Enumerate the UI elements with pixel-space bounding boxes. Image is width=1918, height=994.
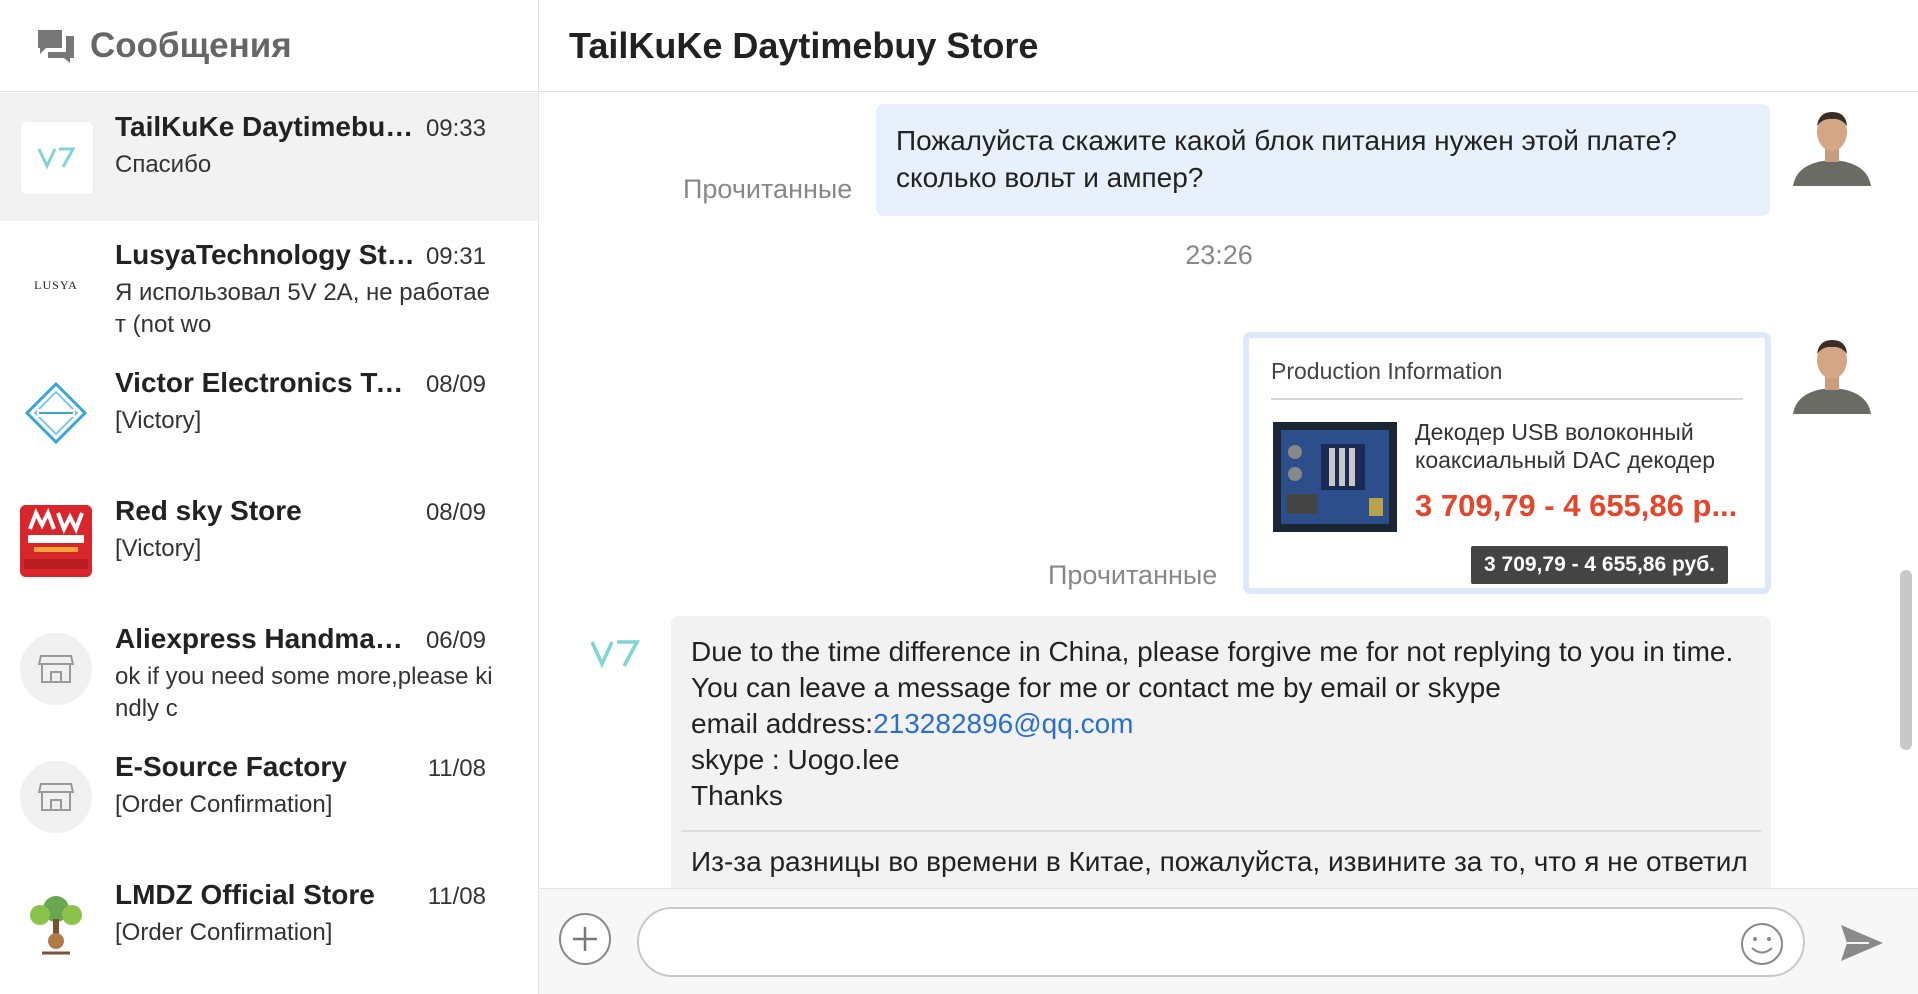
sidebar-header: Сообщения bbox=[0, 0, 538, 92]
vosoron-logo-icon bbox=[24, 381, 88, 445]
conversation-time: 06/09 bbox=[425, 627, 486, 654]
v7-logo-icon bbox=[37, 147, 76, 170]
message-line: Пожалуйста скажите какой блок питания ну… bbox=[896, 125, 1677, 156]
meanwell-logo-icon bbox=[20, 505, 92, 577]
plus-icon bbox=[573, 927, 597, 951]
conversation-time: 11/08 bbox=[427, 755, 486, 782]
store-icon bbox=[38, 655, 74, 683]
message-line: email address:213282896@qq.com bbox=[691, 706, 1751, 742]
chat-title: TailKuKe Daytimebuy Store bbox=[569, 24, 1039, 66]
conversation-time: 08/09 bbox=[425, 371, 486, 398]
scrollbar-thumb[interactable] bbox=[1900, 570, 1912, 750]
conversation-name: E-Source Factory bbox=[115, 751, 347, 782]
conversation-item-redsky[interactable]: Red sky Store 08/09 [Victory] bbox=[0, 477, 538, 605]
conversation-name: Aliexpress Handmade... bbox=[115, 623, 415, 654]
conversation-preview: [Order Confirmation] bbox=[115, 791, 333, 818]
conversation-item-tailkuke[interactable]: TailKuKe Daytimebuy ... 09:33 Спасибо bbox=[0, 93, 538, 221]
vosoron-logo-avatar bbox=[20, 377, 92, 449]
conversation-item-lmdz[interactable]: LMDZ Official Store 11/08 [Order Confirm… bbox=[0, 861, 538, 989]
emoji-button[interactable] bbox=[1739, 921, 1785, 967]
message-line: You can leave a message for me or contac… bbox=[691, 672, 1501, 703]
conversation-preview: [Victory] bbox=[115, 407, 202, 434]
store-icon-avatar bbox=[20, 633, 92, 705]
user-avatar bbox=[1791, 104, 1873, 186]
lusya-logo-avatar: LUSYA bbox=[20, 249, 92, 321]
conversation-preview: Я использовал 5V 2A, не работает (not wo bbox=[115, 279, 490, 338]
store-icon-avatar bbox=[20, 761, 92, 833]
conversation-preview: Спасибо bbox=[115, 151, 212, 178]
conversation-time: 08/09 bbox=[425, 499, 486, 526]
translated-text: Из-за разницы во времени в Китае, пожалу… bbox=[691, 846, 1748, 888]
store-icon bbox=[38, 783, 74, 811]
product-card-title: Production Information bbox=[1271, 358, 1503, 384]
conversation-name: TailKuKe Daytimebuy ... bbox=[115, 111, 415, 142]
incoming-message: Due to the time difference in China, ple… bbox=[671, 616, 1771, 888]
lmdz-tree-logo-icon bbox=[30, 896, 82, 955]
product-price: 3 709,79 - 4 655,86 р... bbox=[1415, 488, 1738, 523]
product-description: Декодер USB волоконный коаксиальный DAC … bbox=[1415, 419, 1716, 473]
read-status-label: Прочитанные bbox=[683, 174, 853, 204]
product-thumbnail bbox=[1273, 422, 1397, 532]
lmdz-logo-avatar bbox=[20, 889, 92, 961]
chat-bubbles-icon bbox=[38, 29, 74, 63]
price-tooltip: 3 709,79 - 4 655,86 руб. bbox=[1471, 546, 1729, 584]
conversation-time: 09:33 bbox=[425, 115, 486, 142]
sidebar-title: Сообщения bbox=[90, 25, 292, 65]
conversation-time: 11/08 bbox=[427, 883, 486, 910]
conversation-item-victor[interactable]: Victor Electronics Too... 08/09 [Victory… bbox=[0, 349, 538, 477]
message-line: Thanks bbox=[691, 780, 783, 811]
conversation-name: Red sky Store bbox=[115, 495, 302, 526]
send-button[interactable] bbox=[1839, 923, 1885, 963]
conversation-item-esource[interactable]: E-Source Factory 11/08 [Order Confirmati… bbox=[0, 733, 538, 861]
message-list[interactable]: Прочитанные Пожалуйста скажите какой бло… bbox=[539, 92, 1918, 888]
message-input[interactable] bbox=[637, 907, 1805, 977]
v7-logo-avatar bbox=[20, 121, 94, 195]
message-line: сколько вольт и ампер? bbox=[896, 162, 1204, 193]
conversation-sidebar: Сообщения TailKuKe Daytimebuy ... 09:33 … bbox=[0, 0, 539, 994]
conversation-name: Victor Electronics Too... bbox=[115, 367, 415, 398]
add-attachment-button[interactable] bbox=[559, 913, 611, 965]
user-avatar bbox=[1791, 332, 1873, 414]
conversation-name: LusyaTechnology Store bbox=[115, 239, 415, 270]
lusya-logo-text: LUSYA bbox=[34, 277, 78, 292]
chat-header: TailKuKe Daytimebuy Store bbox=[539, 0, 1918, 92]
meanwell-logo-avatar bbox=[20, 505, 92, 577]
message-composer bbox=[539, 888, 1918, 994]
conversation-preview: [Victory] bbox=[115, 535, 202, 562]
translation-divider bbox=[681, 830, 1761, 832]
message-line: Due to the time difference in China, ple… bbox=[691, 636, 1734, 667]
conversation-item-lusya[interactable]: LUSYA LusyaTechnology Store 09:31 Я испо… bbox=[0, 221, 538, 349]
time-separator: 23:26 bbox=[1185, 240, 1253, 270]
conversation-name: LMDZ Official Store bbox=[115, 879, 375, 910]
product-card-divider bbox=[1271, 398, 1743, 400]
v7-logo-icon bbox=[590, 640, 640, 668]
message-line: skype : Uogo.lee bbox=[691, 744, 900, 775]
outgoing-message: Пожалуйста скажите какой блок питания ну… bbox=[876, 104, 1770, 216]
email-label: email address: bbox=[691, 708, 874, 739]
conversation-preview: [Order Confirmation] bbox=[115, 919, 333, 946]
conversation-item-aliexpress-handmade[interactable]: Aliexpress Handmade... 06/09 ok if you n… bbox=[0, 605, 538, 733]
read-status-label: Прочитанные bbox=[1048, 560, 1218, 590]
email-link[interactable]: 213282896@qq.com bbox=[873, 708, 1133, 739]
conversation-time: 09:31 bbox=[425, 243, 486, 270]
conversation-preview: ok if you need some more,please kindly c bbox=[115, 663, 493, 722]
product-card[interactable]: Production Information Декодер USB волок… bbox=[1243, 332, 1771, 594]
